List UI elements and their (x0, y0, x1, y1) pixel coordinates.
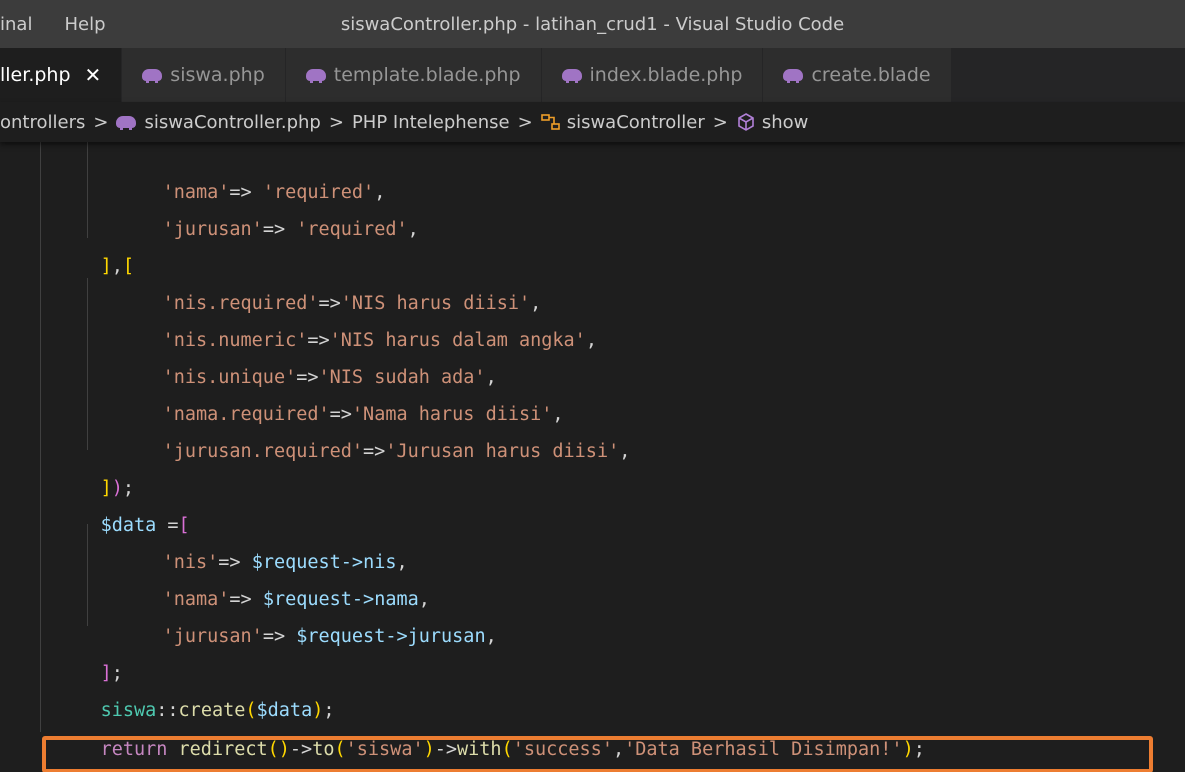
code-line-11: 'nis'=> $request->nis, (16, 512, 408, 573)
code-line-10: $data =[ (16, 475, 190, 536)
code-token: => (363, 441, 386, 462)
code-line-16: return redirect()->to('siswa')->with('su… (16, 699, 925, 760)
breadcrumb: ontrollers > siswaController.php > PHP I… (0, 102, 1185, 142)
tab-siswacontroller[interactable]: ller.php ✕ (0, 48, 123, 102)
code-token: 'jurusan' (162, 626, 263, 647)
code-token: => (262, 219, 286, 240)
code-editor[interactable]: 'nama'=> 'required', 'jurusan'=> 'requir… (0, 142, 1185, 772)
code-token: ->jurusan (385, 626, 486, 647)
tab-template-blade[interactable]: template.blade.php (285, 48, 542, 102)
tab-label: template.blade.php (333, 64, 521, 86)
code-token: , (485, 626, 497, 647)
breadcrumb-class[interactable]: siswaController (540, 111, 705, 133)
breadcrumb-file[interactable]: siswaController.php (116, 111, 321, 133)
menu-help[interactable]: Help (64, 14, 105, 35)
code-line-6: 'nis.unique'=>'NIS sudah ada', (16, 327, 497, 388)
breadcrumb-method-label: show (761, 111, 809, 133)
code-line-8: 'jurusan.required'=>'Jurusan harus diisi… (16, 401, 631, 462)
breadcrumb-separator: > (517, 111, 533, 133)
tab-label: index.blade.php (589, 64, 743, 86)
php-elephant-icon (561, 68, 582, 83)
breadcrumb-method[interactable]: show (736, 111, 809, 133)
php-elephant-icon (783, 68, 804, 83)
tab-label: ller.php (0, 64, 71, 86)
code-line-9: ]); (16, 438, 134, 499)
code-token: 'required' (296, 219, 408, 240)
code-token: 'Jurusan harus diisi' (385, 441, 620, 462)
code-line-15: siswa::create($data); (16, 660, 335, 721)
code-token: => (262, 626, 297, 647)
breadcrumb-extension[interactable]: PHP Intelephense (352, 112, 510, 133)
code-line-14: ]; (16, 623, 123, 684)
code-token: , (407, 219, 419, 240)
code-line-5: 'nis.numeric'=>'NIS harus dalam angka', (16, 290, 597, 351)
php-elephant-icon (142, 68, 163, 83)
tab-siswa[interactable]: siswa.php (122, 48, 286, 102)
close-icon[interactable]: ✕ (85, 63, 102, 87)
title-bar: inal Help (0, 0, 1185, 48)
code-token: $request (296, 626, 386, 647)
tab-label: create.blade (811, 64, 931, 86)
code-token: , (585, 330, 597, 351)
breadcrumb-separator: > (712, 111, 728, 133)
breadcrumb-separator: > (328, 111, 344, 133)
tab-label: siswa.php (170, 64, 265, 86)
highlight-annotation-box (42, 736, 1153, 772)
method-cube-icon (738, 113, 754, 131)
code-token: 'jurusan.required' (162, 441, 364, 462)
breadcrumb-folder[interactable]: ontrollers (0, 112, 85, 133)
code-line-12: 'nama'=> $request->nama, (16, 549, 430, 610)
tab-create-blade[interactable]: create.blade (763, 48, 952, 102)
code-token: 'jurusan' (162, 219, 263, 240)
breadcrumb-class-label: siswaController (566, 111, 705, 133)
code-line-13: 'jurusan'=> $request->jurusan, (16, 586, 497, 647)
class-icon (540, 114, 560, 130)
menu-terminal[interactable]: inal (0, 14, 32, 35)
php-elephant-icon (305, 68, 326, 83)
breadcrumb-separator: > (93, 111, 109, 133)
breadcrumb-file-label: siswaController.php (144, 111, 321, 133)
tab-index-blade[interactable]: index.blade.php (541, 48, 764, 102)
code-line-3: ],[ (16, 216, 134, 277)
code-token: , (619, 441, 631, 462)
code-line-4: 'nis.required'=>'NIS harus diisi', (16, 253, 542, 314)
code-line-1: 'nama'=> 'required', (16, 142, 386, 203)
code-line-7: 'nama.required'=>'Nama harus diisi', (16, 364, 564, 425)
php-elephant-icon (116, 115, 137, 130)
code-line-2: 'jurusan'=> 'required', (16, 179, 419, 240)
tab-bar: ller.php ✕ siswa.php template.blade.php … (0, 48, 1185, 102)
